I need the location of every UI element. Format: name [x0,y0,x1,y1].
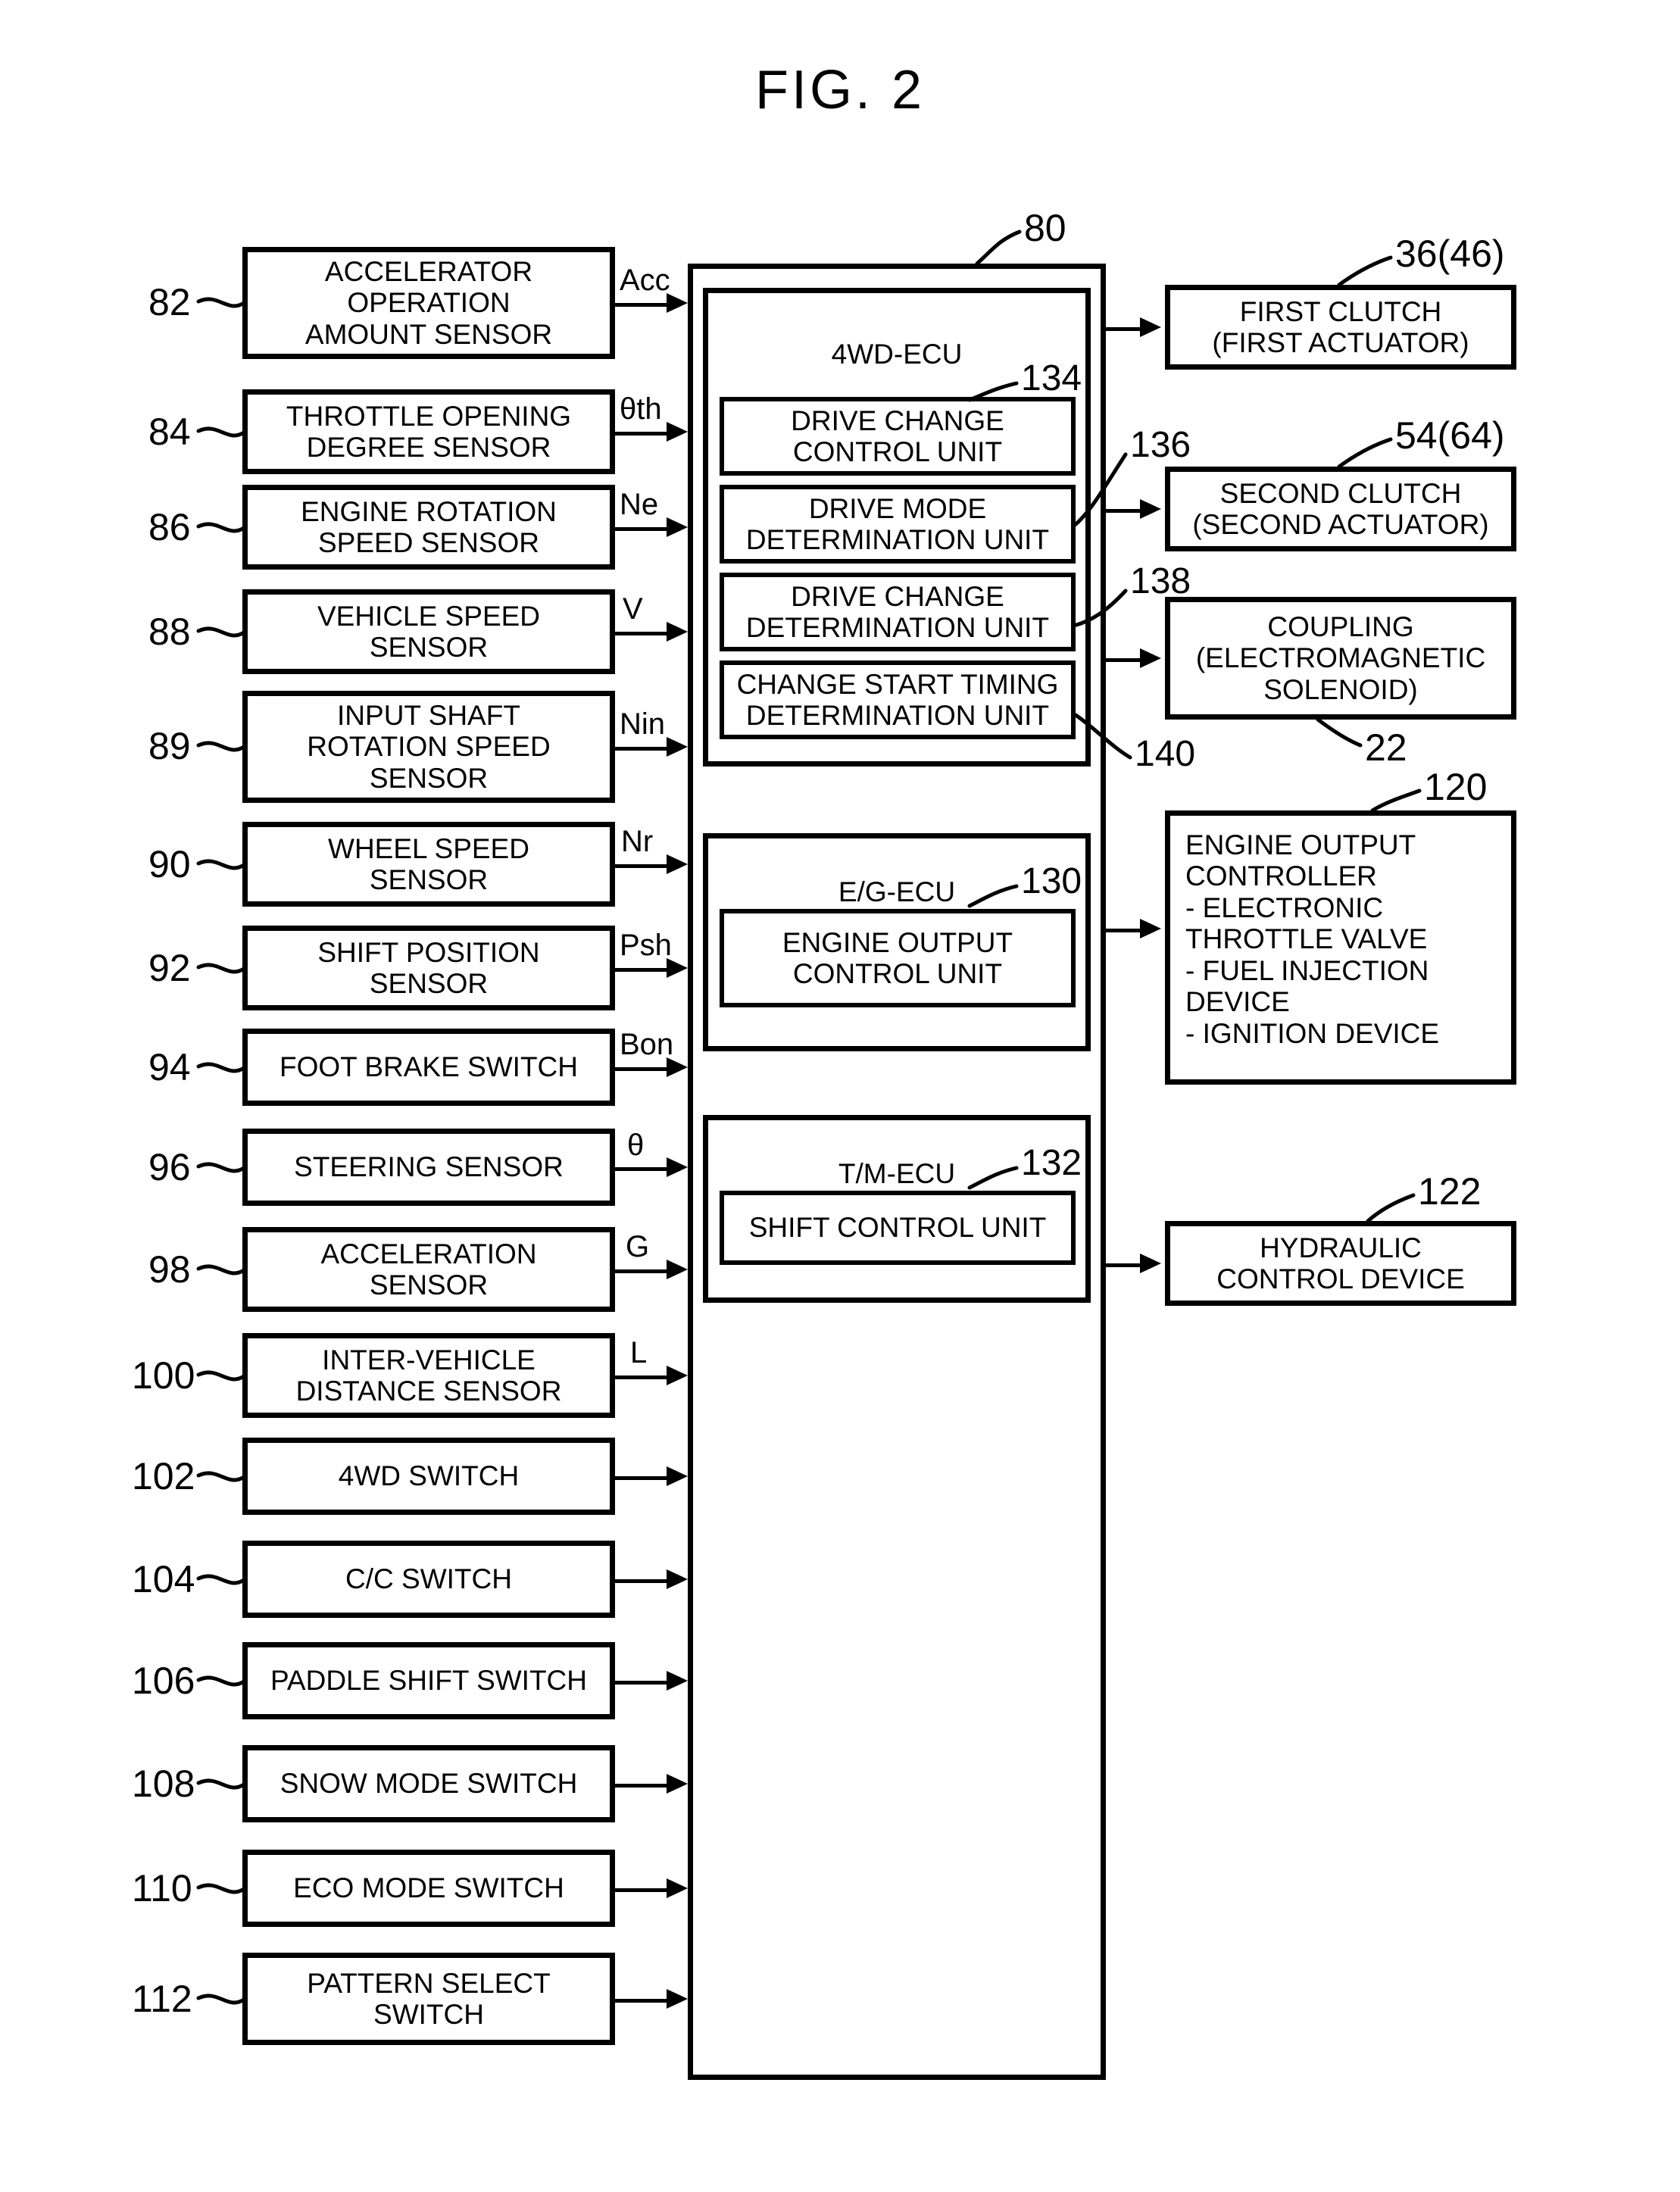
ref-numeral-122: 122 [1418,1170,1482,1213]
arrowhead-pattern-select-switch [667,1989,688,2009]
arrowhead-theta [667,1157,688,1177]
signal-label-psh: Psh [620,929,672,962]
input-box-96: STEERING SENSOR [242,1129,615,1206]
input-box-104: C/C SWITCH [242,1541,615,1618]
signal-label-acc: Acc [620,264,670,297]
unit-box-drive-mode-determination: DRIVE MODE DETERMINATION UNIT [720,485,1076,564]
unit-box-drive-change-control: DRIVE CHANGE CONTROL UNIT [720,397,1076,476]
ref-numeral-36-46: 36(46) [1395,233,1505,275]
arrowhead-theta-th [667,422,688,442]
unit-box-drive-change-determination: DRIVE CHANGE DETERMINATION UNIT [720,573,1076,651]
input-box-94: FOOT BRAKE SWITCH [242,1029,615,1106]
arrowhead-second-clutch [1140,499,1161,519]
ref-numeral-102: 102 [132,1455,195,1497]
arrowhead-g [667,1260,688,1279]
input-box-90: WHEEL SPEED SENSOR [242,822,615,907]
input-box-108: SNOW MODE SWITCH [242,1745,615,1822]
ref-numeral-98: 98 [148,1248,191,1291]
ref-numeral-92: 92 [148,947,191,989]
input-box-98: ACCELERATION SENSOR [242,1227,615,1312]
output-box-second-clutch: SECOND CLUTCH (SECOND ACTUATOR) [1165,467,1516,551]
ref-numeral-108: 108 [132,1763,195,1805]
unit-box-change-start-timing-determination: CHANGE START TIMING DETERMINATION UNIT [720,660,1076,739]
ref-numeral-22: 22 [1365,726,1407,769]
output-box-coupling: COUPLING (ELECTROMAGNETIC SOLENOID) [1165,597,1516,720]
input-box-102: 4WD SWITCH [242,1438,615,1515]
arrowhead-cc-switch [667,1569,688,1589]
patent-figure: FIG. 2 ACCELERATOR OPERATION AMOUNT SENS… [0,0,1680,2192]
input-box-110: ECO MODE SWITCH [242,1850,615,1927]
ref-numeral-120: 120 [1424,766,1488,808]
ref-numeral-110: 110 [132,1867,192,1909]
input-box-112: PATTERN SELECT SWITCH [242,1953,615,2045]
ref-numeral-54-64: 54(64) [1395,414,1505,457]
ref-numeral-106: 106 [132,1660,195,1702]
arrowhead-hydraulic-control-device [1140,1254,1161,1273]
ref-numeral-96: 96 [148,1146,191,1188]
output-line-second-clutch [1106,509,1144,513]
ref-numeral-138: 138 [1130,561,1191,601]
output-line-coupling [1106,658,1144,662]
output-line-hydraulic-control-device [1106,1263,1144,1267]
output-box-hydraulic-control-device: HYDRAULIC CONTROL DEVICE [1165,1221,1516,1306]
ref-numeral-94: 94 [148,1046,191,1088]
ref-numeral-88: 88 [148,610,191,653]
unit-box-shift-control: SHIFT CONTROL UNIT [720,1191,1076,1265]
output-box-first-clutch: FIRST CLUTCH (FIRST ACTUATOR) [1165,285,1516,370]
signal-label-theta-th: θth [620,392,662,426]
ref-numeral-132: 132 [1021,1143,1082,1183]
ref-numeral-134: 134 [1021,358,1082,398]
arrowhead-4wd-switch [667,1466,688,1486]
ref-numeral-136: 136 [1130,425,1191,465]
ref-numeral-90: 90 [148,843,191,885]
input-box-89: INPUT SHAFT ROTATION SPEED SENSOR [242,691,615,803]
ref-numeral-104: 104 [132,1558,195,1600]
arrowhead-nr [667,854,688,874]
signal-label-bon: Bon [620,1028,674,1061]
signal-label-theta: θ [627,1129,645,1162]
arrowhead-l [667,1366,688,1385]
signal-label-v: V [623,592,643,626]
ref-numeral-80: 80 [1024,207,1066,249]
ref-numeral-100: 100 [132,1354,195,1397]
output-box-engine-output-controller: ENGINE OUTPUT CONTROLLER - ELECTRONIC TH… [1165,810,1516,1085]
signal-label-g: G [626,1230,650,1263]
arrowhead-eco-mode-switch [667,1878,688,1898]
output-line-engine-output-controller [1106,929,1144,932]
input-box-86: ENGINE ROTATION SPEED SENSOR [242,485,615,570]
figure-title: FIG. 2 [754,60,926,120]
arrowhead-engine-output-controller [1140,919,1161,938]
input-box-88: VEHICLE SPEED SENSOR [242,589,615,674]
arrowhead-nin [667,737,688,757]
arrowhead-paddle-shift-switch [667,1671,688,1691]
arrowhead-v [667,622,688,642]
ref-numeral-82: 82 [148,281,191,323]
input-box-100: INTER-VEHICLE DISTANCE SENSOR [242,1333,615,1418]
input-box-84: THROTTLE OPENING DEGREE SENSOR [242,389,615,474]
arrowhead-coupling [1140,648,1161,668]
ref-numeral-84: 84 [148,411,191,453]
arrowhead-first-clutch [1140,317,1161,337]
arrowhead-ne [667,517,688,537]
arrowhead-snow-mode-switch [667,1774,688,1794]
input-box-82: ACCELERATOR OPERATION AMOUNT SENSOR [242,247,615,359]
ref-numeral-112: 112 [132,1978,192,2020]
input-box-92: SHIFT POSITION SENSOR [242,926,615,1010]
unit-box-engine-output-control: ENGINE OUTPUT CONTROL UNIT [720,909,1076,1007]
ref-numeral-140: 140 [1135,734,1196,774]
output-line-first-clutch [1106,327,1144,331]
signal-label-nr: Nr [621,825,654,858]
ref-numeral-130: 130 [1021,861,1082,901]
signal-label-ne: Ne [620,488,659,521]
ref-numeral-89: 89 [148,725,191,767]
signal-label-l: L [630,1336,648,1369]
signal-label-nin: Nin [620,707,666,741]
ref-numeral-86: 86 [148,506,191,548]
input-box-106: PADDLE SHIFT SWITCH [242,1642,615,1719]
